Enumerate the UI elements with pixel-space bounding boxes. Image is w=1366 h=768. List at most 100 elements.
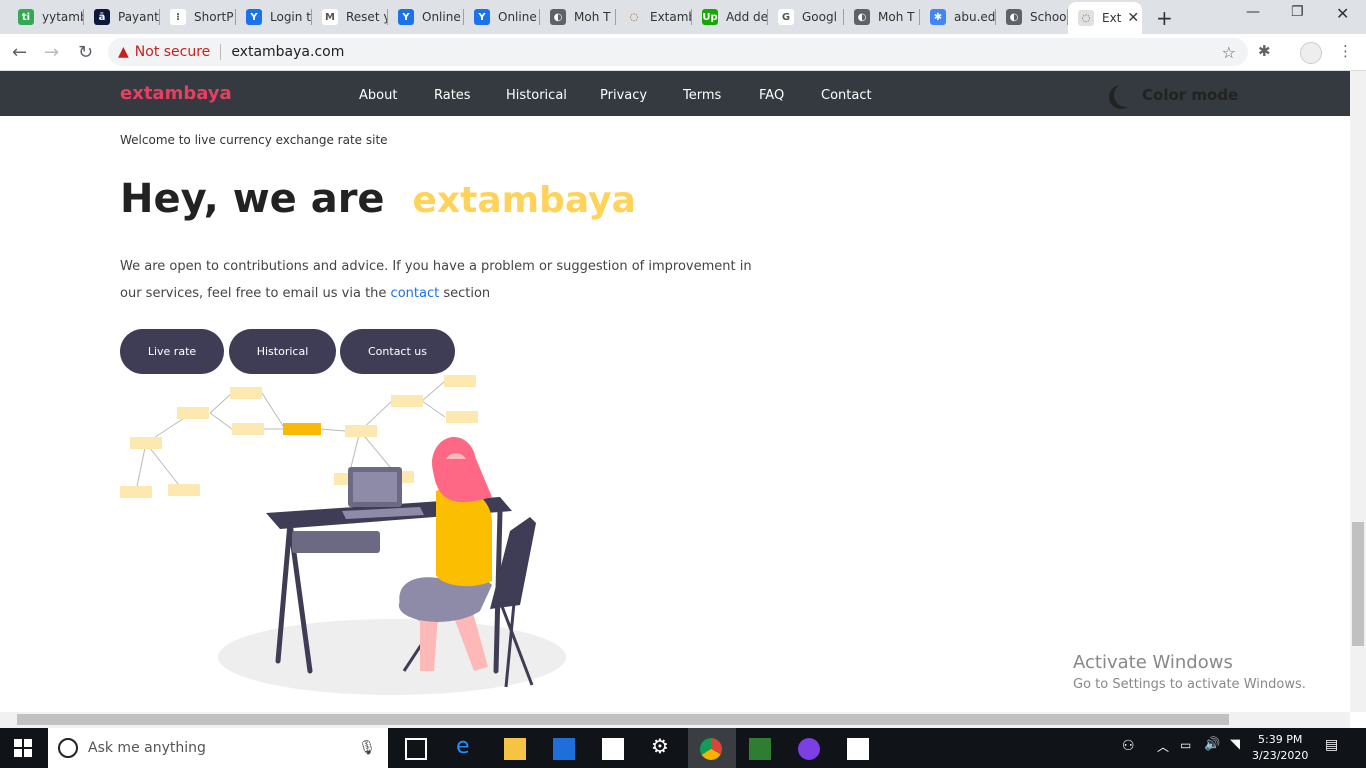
tab-title: Moh T [574,10,611,24]
chrome-menu-icon[interactable]: ⋮ [1338,42,1353,60]
tab-title: Googl [802,10,837,24]
chrome-icon[interactable] [700,738,722,760]
divider [220,44,222,60]
tab-close-icon[interactable]: ✕ [1127,10,1139,26]
close-window-button[interactable]: ✕ [1336,4,1349,23]
activate-subtitle: Go to Settings to activate Windows. [1073,677,1306,692]
hero-brand: extambaya [412,180,636,221]
tab-title: Online [422,10,461,24]
nav-faq[interactable]: FAQ [759,88,784,103]
photos-icon[interactable] [847,738,869,760]
intro-paragraph: We are open to contributions and advice.… [120,253,770,307]
intro-text-end: section [443,286,491,301]
extension-icon[interactable]: ✱ [1258,42,1271,60]
volume-icon[interactable]: 🔊 [1204,737,1220,752]
tab-title: Moh T [878,10,915,24]
notifications-icon[interactable]: ▤ [1325,737,1338,753]
reload-icon[interactable]: ↻ [78,42,93,63]
tab-favicon: ◌ [626,9,642,25]
profile-avatar[interactable] [1300,42,1322,64]
omnibox[interactable]: ▲ Not secure extambaya.com ☆ [108,38,1248,66]
tray-chevron-icon[interactable]: ︿ [1157,738,1169,755]
tab-favicon: ā [94,9,110,25]
site-logo[interactable]: extambaya [120,83,232,104]
bookmark-star-icon[interactable]: ☆ [1222,43,1236,62]
historical-button[interactable]: Historical [229,329,336,374]
nav-terms[interactable]: Terms [683,88,721,103]
hero-heading: Hey, we are extambaya [120,176,636,222]
tab-title: Login t [270,10,311,24]
browser-tab[interactable]: ā Payant [84,4,160,30]
clock-time: 5:39 PM [1258,733,1303,746]
tab-favicon: M [322,9,338,25]
browser-tab[interactable]: ◐ Moh T [540,4,616,30]
tab-favicon: Up [702,9,718,25]
wifi-icon[interactable]: ◥ [1230,737,1240,752]
web-page: extambaya About Rates Historical Privacy… [0,71,1350,712]
browser-tab[interactable]: Y Login t [236,4,312,30]
browser-tab[interactable]: Y Online [464,4,540,30]
nav-about[interactable]: About [359,88,397,103]
horizontal-scroll-thumb[interactable] [17,714,1229,725]
color-mode-toggle[interactable]: Color mode [1108,83,1238,107]
edge-icon[interactable]: e [456,734,478,759]
microphone-icon[interactable]: 🎙 [358,740,376,756]
settings-icon[interactable]: ⚙ [651,734,673,758]
nav-contact[interactable]: Contact [821,88,872,103]
contact-us-button[interactable]: Contact us [340,329,455,374]
spreadsheet-icon[interactable] [749,738,771,760]
maximize-button[interactable]: ❐ [1291,4,1304,20]
minimize-button[interactable]: — [1246,4,1260,20]
tab-favicon: G [778,9,794,25]
url-text[interactable]: extambaya.com [231,44,344,60]
vertical-scroll-thumb[interactable] [1352,522,1364,646]
battery-icon[interactable]: ▭ [1180,738,1191,752]
tab-title: ShortP [194,10,234,24]
forward-icon[interactable]: → [44,42,59,63]
welcome-text: Welcome to live currency exchange rate s… [120,133,388,147]
browser-tab[interactable]: ⁝ ShortP [160,4,236,30]
address-bar: ← → ↻ ▲ Not secure extambaya.com ☆ ✱ ⋮ [0,34,1366,71]
tab-favicon: ✱ [930,9,946,25]
task-view-icon[interactable] [405,738,427,760]
windows-start-icon[interactable] [14,739,32,757]
browser-tab[interactable]: G Googl [768,4,844,30]
people-icon[interactable]: ⚇ [1122,738,1135,754]
mail-icon[interactable] [553,738,575,760]
paint-icon[interactable] [798,738,820,760]
tab-title: abu.ed [954,10,996,24]
browser-tab[interactable]: Up Add de [692,4,768,30]
tab-title: Payant [118,10,159,24]
nav-historical[interactable]: Historical [506,88,567,103]
contact-link[interactable]: contact [391,286,440,301]
system-clock[interactable]: 5:39 PM 3/23/2020 [1252,732,1308,764]
live-rate-button[interactable]: Live rate [120,329,224,374]
security-label[interactable]: Not secure [135,44,211,60]
nav-rates[interactable]: Rates [434,88,471,103]
taskbar-search[interactable]: Ask me anything 🎙 [48,728,388,768]
browser-tab[interactable]: ◌ Extamb [616,4,692,30]
hero-illustration [120,375,566,695]
browser-tab[interactable]: ◌ Ext ✕ [1068,2,1142,34]
browser-tab[interactable]: M Reset y [312,4,388,30]
tab-title: Add de [726,10,768,24]
tab-title: Extamb [650,10,692,24]
browser-tab[interactable]: Y Online [388,4,464,30]
browser-tab[interactable]: ✱ abu.ed [920,4,996,30]
windows-taskbar: Ask me anything 🎙 e ⚙ ⚇ ︿ ▭ 🔊 ◥ 5:39 PM … [0,728,1366,768]
color-mode-label: Color mode [1142,86,1239,104]
nav-privacy[interactable]: Privacy [600,88,647,103]
tab-title: School [1030,10,1068,24]
browser-tab[interactable]: ti yytamb [8,4,84,30]
back-icon[interactable]: ← [12,42,27,63]
moon-icon [1114,83,1138,107]
file-explorer-icon[interactable] [504,738,526,760]
browser-tab[interactable]: ◐ Moh T [844,4,920,30]
tab-favicon: Y [398,9,414,25]
tab-title: Ext [1102,11,1122,25]
browser-tab[interactable]: ◐ School [996,4,1068,30]
clock-date: 3/23/2020 [1252,749,1309,762]
store-icon[interactable] [602,738,624,760]
cortana-icon [58,738,78,758]
new-tab-button[interactable]: + [1156,6,1173,30]
